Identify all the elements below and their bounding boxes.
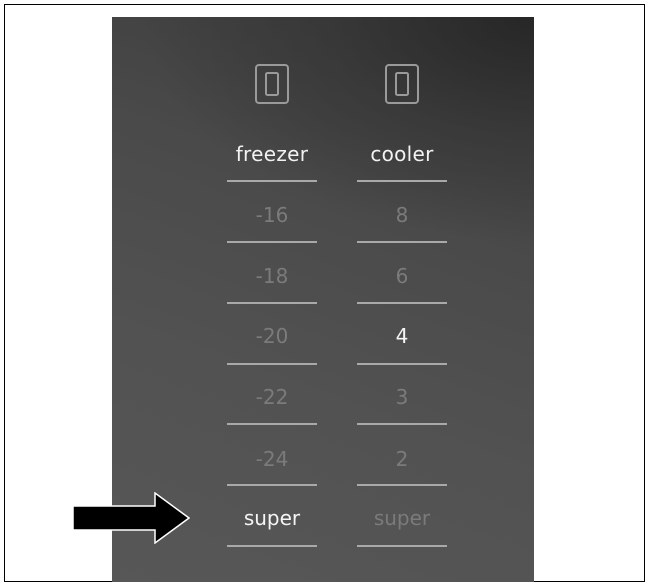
divider [357, 363, 447, 365]
cooler-setting-super[interactable]: super [357, 506, 447, 530]
fridge-door-icon [227, 64, 317, 104]
divider [357, 241, 447, 243]
cooler-setting-6[interactable]: 6 [357, 264, 447, 288]
divider [357, 545, 447, 547]
divider [357, 423, 447, 425]
divider [357, 484, 447, 486]
freezer-setting-super[interactable]: super [227, 506, 317, 530]
divider [227, 423, 317, 425]
divider [227, 241, 317, 243]
freezer-setting-minus-22[interactable]: -22 [227, 385, 317, 409]
freezer-title: freezer [235, 142, 309, 166]
freezer-setting-minus-24[interactable]: -24 [227, 447, 317, 471]
divider [227, 302, 317, 304]
divider [357, 180, 447, 182]
cooler-setting-8[interactable]: 8 [357, 203, 447, 227]
fridge-door-icon [357, 64, 447, 104]
freezer-setting-minus-18[interactable]: -18 [227, 264, 317, 288]
cooler-setting-4[interactable]: 4 [357, 324, 447, 348]
divider [357, 302, 447, 304]
cooler-setting-3[interactable]: 3 [357, 385, 447, 409]
cooler-setting-2[interactable]: 2 [357, 447, 447, 471]
freezer-setting-minus-16[interactable]: -16 [227, 203, 317, 227]
arrow-right-icon [72, 491, 191, 545]
divider [227, 363, 317, 365]
divider [227, 484, 317, 486]
cooler-title: cooler [370, 142, 434, 166]
freezer-setting-minus-20[interactable]: -20 [227, 324, 317, 348]
divider [227, 180, 317, 182]
divider [227, 545, 317, 547]
